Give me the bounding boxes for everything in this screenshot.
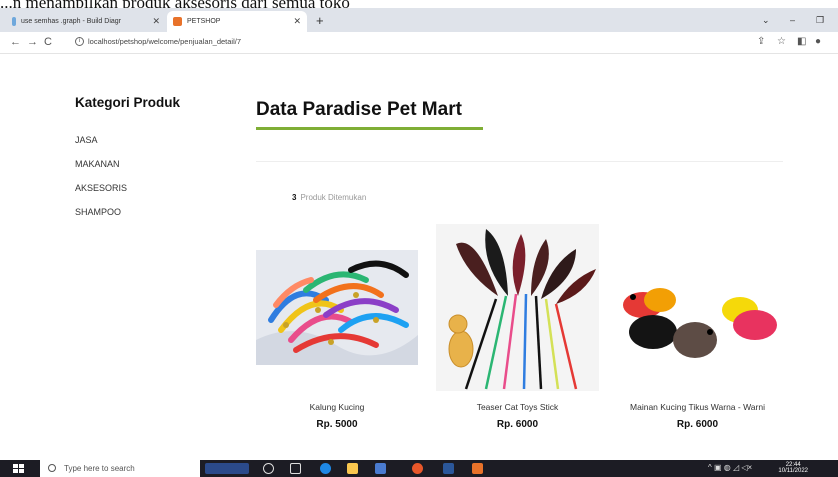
taskbar: Type here to search ^ ▣ ◍ ◿ ◁× 22:44 10/…: [0, 460, 838, 477]
product-name[interactable]: Teaser Cat Toys Stick: [436, 402, 599, 412]
tab-search-icon[interactable]: ⌄: [762, 16, 770, 25]
sidebar-title: Kategori Produk: [75, 95, 181, 110]
product-count: 3 Produk Ditemukan: [292, 193, 366, 202]
product-price: Rp. 6000: [676, 419, 719, 430]
product-price: Rp. 6000: [496, 419, 539, 430]
search-icon: [48, 464, 56, 472]
taskbar-search-input[interactable]: Type here to search: [40, 460, 200, 477]
product-count-label: Produk Ditemukan: [300, 193, 367, 202]
reload-icon[interactable]: C: [44, 36, 52, 48]
cortana-icon[interactable]: [263, 463, 274, 474]
tab-label: use semhas .graph - Build Diagr: [21, 18, 121, 25]
tab-label: PETSHOP: [187, 18, 221, 25]
product-image-mouse-toys[interactable]: [615, 270, 780, 370]
sidebar-panel-icon[interactable]: ◧: [797, 36, 806, 48]
category-item-aksesoris[interactable]: AKSESORIS: [75, 183, 127, 207]
weather-widget-icon[interactable]: [205, 463, 249, 474]
edge-browser-icon[interactable]: [320, 463, 331, 474]
close-tab-icon[interactable]: ✕: [293, 17, 301, 26]
address-bar: ← → C i localhost/petshop/welcome/penjua…: [0, 32, 838, 54]
page-title: Data Paradise Pet Mart: [256, 99, 462, 120]
url-field[interactable]: localhost/petshop/welcome/penjualan_deta…: [88, 37, 241, 46]
tab-petshop[interactable]: PETSHOP ✕: [167, 11, 307, 32]
product-image-teaser-stick[interactable]: [436, 224, 599, 391]
bookmark-star-icon[interactable]: ☆: [777, 36, 786, 48]
xampp-icon[interactable]: [472, 463, 483, 474]
new-tab-icon[interactable]: +: [316, 14, 324, 27]
tab-favicon-icon: [12, 17, 16, 26]
divider: [256, 161, 783, 162]
product-image-collars[interactable]: [256, 250, 418, 365]
category-item-jasa[interactable]: JASA: [75, 135, 127, 159]
close-tab-icon[interactable]: ✕: [152, 17, 160, 26]
petshop-favicon-icon: [173, 17, 182, 26]
site-info-icon[interactable]: i: [75, 37, 84, 46]
clock[interactable]: 22:44 10/11/2022: [778, 462, 808, 474]
clock-date: 10/11/2022: [778, 468, 808, 474]
file-explorer-icon[interactable]: [347, 463, 358, 474]
tab-graph-editor[interactable]: use semhas .graph - Build Diagr ✕: [6, 11, 166, 32]
word-icon[interactable]: [443, 463, 454, 474]
product-name[interactable]: Kalung Kucing: [256, 402, 418, 412]
category-item-shampoo[interactable]: SHAMPOO: [75, 207, 127, 231]
browser-tab-bar: use semhas .graph - Build Diagr ✕ PETSHO…: [0, 8, 838, 32]
product-name[interactable]: Mainan Kucing Tikus Warna - Warni: [615, 402, 780, 412]
forward-icon[interactable]: →: [27, 36, 38, 48]
product-count-number: 3: [292, 193, 297, 202]
chrome-browser-icon[interactable]: [412, 463, 423, 474]
profile-icon[interactable]: ●: [815, 36, 821, 48]
back-icon[interactable]: ←: [10, 36, 21, 48]
document-caption: ...n menampilkan produk aksesoris dari s…: [0, 0, 838, 8]
task-view-icon[interactable]: [290, 463, 301, 474]
share-icon[interactable]: ⇪: [757, 36, 765, 48]
title-underline: [256, 127, 483, 130]
store-icon[interactable]: [375, 463, 386, 474]
category-item-makanan[interactable]: MAKANAN: [75, 159, 127, 183]
product-price: Rp. 5000: [316, 419, 358, 430]
system-tray-icons[interactable]: ^ ▣ ◍ ◿ ◁×: [708, 463, 752, 473]
restore-icon[interactable]: ❐: [816, 16, 824, 25]
taskbar-search-placeholder: Type here to search: [64, 464, 135, 473]
minimize-icon[interactable]: –: [790, 16, 795, 25]
windows-start-icon[interactable]: [13, 464, 24, 474]
category-list: JASA MAKANAN AKSESORIS SHAMPOO: [75, 135, 127, 231]
